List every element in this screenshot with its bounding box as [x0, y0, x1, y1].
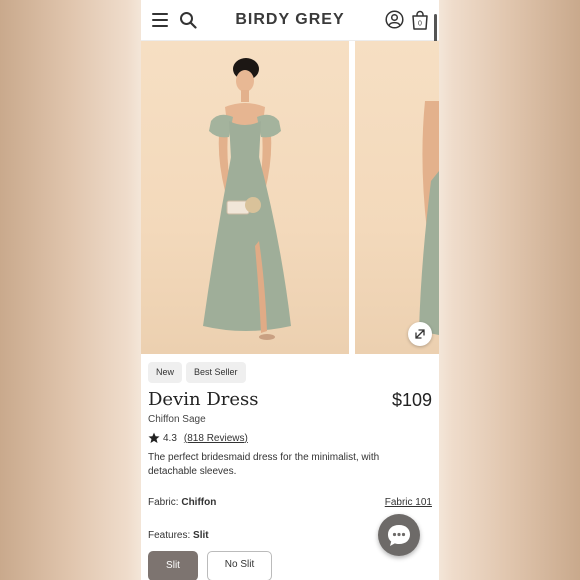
badge-best-seller: Best Seller [186, 362, 246, 383]
product-photo-secondary[interactable] [355, 41, 439, 354]
image-gallery[interactable] [141, 41, 439, 354]
star-icon [148, 432, 160, 443]
features-value: Slit [193, 530, 209, 541]
phone-screen: BIRDY GREY 0 New Best Seller Devin Dress… [141, 0, 439, 580]
product-title: Devin Dress [148, 389, 259, 410]
rating-row: 4.3 (818 Reviews) [148, 432, 248, 444]
reviews-link[interactable]: (818 Reviews) [184, 433, 248, 444]
badge-new: New [148, 362, 183, 383]
cart-count: 0 [418, 21, 422, 28]
product-price: $109 [391, 390, 432, 410]
bag-icon[interactable]: 0 [411, 10, 429, 30]
fabric-label: Fabric: [148, 497, 179, 508]
features-row: Features: Slit [148, 530, 209, 541]
account-icon[interactable] [385, 10, 404, 29]
features-label: Features: [148, 530, 191, 541]
chat-bubble-icon [388, 525, 410, 546]
option-no-slit-button[interactable]: No Slit [207, 551, 272, 580]
expand-icon [415, 329, 425, 339]
model-in-dress-image-partial [419, 101, 439, 335]
fabric-101-link[interactable]: Fabric 101 [385, 497, 432, 508]
fabric-row: Fabric: Chiffon [148, 497, 216, 508]
model-in-dress-image [203, 58, 291, 340]
site-header: BIRDY GREY 0 [141, 0, 439, 86]
product-fabric-color: Chiffon Sage [148, 414, 206, 425]
rating-value: 4.3 [163, 432, 177, 444]
product-description: The perfect bridesmaid dress for the min… [148, 452, 380, 477]
expand-image-button[interactable] [408, 322, 432, 346]
product-photo-main[interactable] [141, 41, 349, 354]
chat-button[interactable] [378, 514, 420, 556]
fabric-value: Chiffon [181, 497, 217, 508]
option-slit-button[interactable]: Slit [148, 551, 198, 580]
